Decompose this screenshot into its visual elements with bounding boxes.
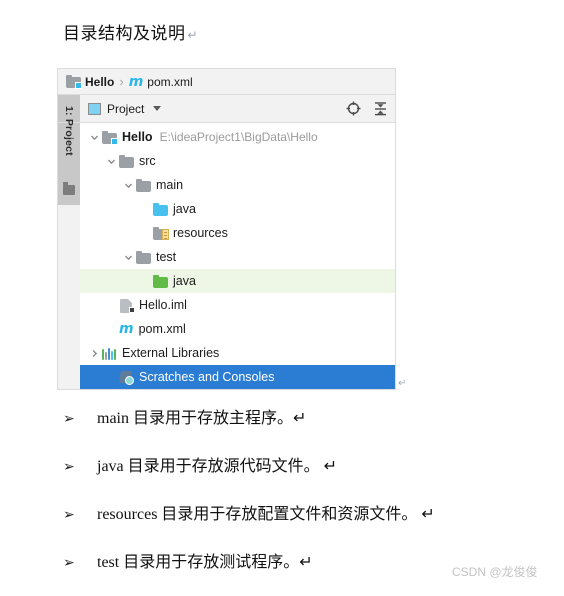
chevron-down-icon[interactable]: [86, 133, 102, 142]
tree-row-label: Scratches and Consoles: [139, 370, 275, 384]
tree-row-scratches-and-consoles[interactable]: Scratches and Consoles: [80, 365, 395, 389]
folder-grey-icon: [136, 250, 151, 264]
maven-m-icon: m: [119, 321, 134, 337]
breadcrumb-module-label: Hello: [85, 74, 115, 89]
toolwindow-title: Project: [107, 101, 145, 116]
external-libraries-icon: [102, 347, 117, 360]
breadcrumb-separator-icon: ›: [119, 74, 124, 89]
bullet-item: ➢ main 目录用于存放主程序。↵: [63, 404, 533, 452]
pilcrow-mark: ↵: [187, 28, 199, 42]
ide-screenshot: Hello › m pom.xml Project 1: Project Hel…: [57, 68, 396, 390]
project-square-icon: [88, 102, 101, 115]
tree-row-label: main: [156, 178, 184, 192]
breadcrumb-file-label: pom.xml: [147, 74, 193, 89]
bullet-item: ➢ resources 目录用于存放配置文件和资源文件。 ↵: [63, 500, 533, 548]
bullet-marker-icon: ➢: [63, 555, 75, 571]
bullet-item: ➢ java 目录用于存放源代码文件。 ↵: [63, 452, 533, 500]
bullet-text: java 目录用于存放源代码文件。 ↵: [97, 458, 338, 475]
maven-m-icon: m: [128, 73, 144, 90]
project-folder-icon: [63, 182, 75, 195]
page-title: 目录结构及说明 ↵: [63, 19, 198, 44]
tree-row-icon: [153, 274, 168, 288]
tree-row-java[interactable]: java: [80, 197, 395, 221]
project-toolwindow-header: Project: [80, 95, 395, 122]
tree-row-label: External Libraries: [122, 346, 220, 360]
iml-file-icon: [119, 298, 135, 313]
tree-row-java[interactable]: java: [80, 269, 395, 293]
chevron-down-icon[interactable]: [153, 106, 162, 111]
tree-row-icon: [119, 370, 134, 385]
tree-row-icon: m: [119, 322, 134, 336]
watermark: CSDN @龙俊俊: [452, 565, 538, 579]
stripe-empty-area: [58, 205, 80, 389]
tree-row-external-libraries[interactable]: External Libraries: [80, 341, 395, 365]
toolwindow-header-row: Project: [58, 95, 395, 123]
bullet-text: test 目录用于存放测试程序。↵: [97, 554, 313, 571]
breadcrumb-item-file[interactable]: m pom.xml: [129, 75, 193, 89]
chevron-right-icon[interactable]: [86, 349, 102, 358]
select-opened-file-icon[interactable]: [346, 101, 361, 116]
tree-row-label: Hello.iml: [139, 298, 187, 312]
folder-blue-sources-icon: [153, 202, 168, 216]
tree-row-icon: [136, 250, 151, 264]
bullet-marker-icon: ➢: [63, 459, 75, 475]
tree-row-label: test: [156, 250, 177, 264]
tree-row-src[interactable]: src: [80, 149, 395, 173]
tree-row-label: resources: [173, 226, 228, 240]
page-title-text: 目录结构及说明: [63, 24, 186, 43]
tree-row-label: java: [173, 202, 196, 216]
module-folder-icon: [66, 75, 82, 89]
chevron-down-icon[interactable]: [103, 157, 119, 166]
project-tree[interactable]: Hello E:\ideaProject1\BigData\Hello src mai…: [80, 123, 395, 389]
chevron-down-icon[interactable]: [120, 181, 136, 190]
tree-row-icon: [119, 154, 134, 168]
tree-row-icon: [119, 298, 135, 313]
tree-row-hello[interactable]: Hello E:\ideaProject1\BigData\Hello: [80, 125, 395, 149]
bullet-marker-icon: ➢: [63, 411, 75, 427]
breadcrumb: Hello › m pom.xml: [58, 69, 395, 95]
folder-grey-icon: [136, 178, 151, 192]
chevron-down-icon[interactable]: [120, 253, 136, 262]
image-trailing-pilcrow: ↵: [398, 378, 407, 389]
tree-row-hello-iml[interactable]: Hello.iml: [80, 293, 395, 317]
tree-row-label: Hello: [122, 130, 153, 144]
bullet-text: main 目录用于存放主程序。↵: [97, 410, 307, 427]
tree-row-icon: [153, 202, 168, 216]
folder-green-test-icon: [153, 274, 168, 288]
toolwindow-stripe-left[interactable]: 1: Project: [58, 106, 80, 389]
scratches-icon: [119, 370, 134, 385]
tree-row-label: src: [139, 154, 156, 168]
tree-row-main[interactable]: main: [80, 173, 395, 197]
module-folder-icon: [102, 130, 118, 145]
tree-row-icon: [102, 130, 118, 145]
tree-row-test[interactable]: test: [80, 245, 395, 269]
tree-row-label: java: [173, 274, 196, 288]
bullet-marker-icon: ➢: [63, 507, 75, 523]
tree-row-icon: [102, 347, 117, 360]
stripe-project-label[interactable]: 1: Project: [63, 106, 75, 160]
tree-row-label: pom.xml: [138, 322, 186, 336]
folder-resources-icon: [153, 226, 169, 240]
bullet-text: resources 目录用于存放配置文件和资源文件。 ↵: [97, 506, 435, 523]
folder-grey-icon: [119, 154, 134, 168]
collapse-all-icon[interactable]: [373, 101, 388, 116]
tree-row-icon: [136, 178, 151, 192]
tree-row-pom-xml[interactable]: m pom.xml: [80, 317, 395, 341]
tree-row-path: E:\ideaProject1\BigData\Hello: [159, 130, 318, 144]
tree-row-resources[interactable]: resources: [80, 221, 395, 245]
breadcrumb-item-module[interactable]: Hello: [66, 75, 114, 89]
ide-body: 1: Project Hello E:\ideaProject1\BigData\…: [58, 106, 395, 389]
tree-row-icon: [153, 226, 169, 240]
